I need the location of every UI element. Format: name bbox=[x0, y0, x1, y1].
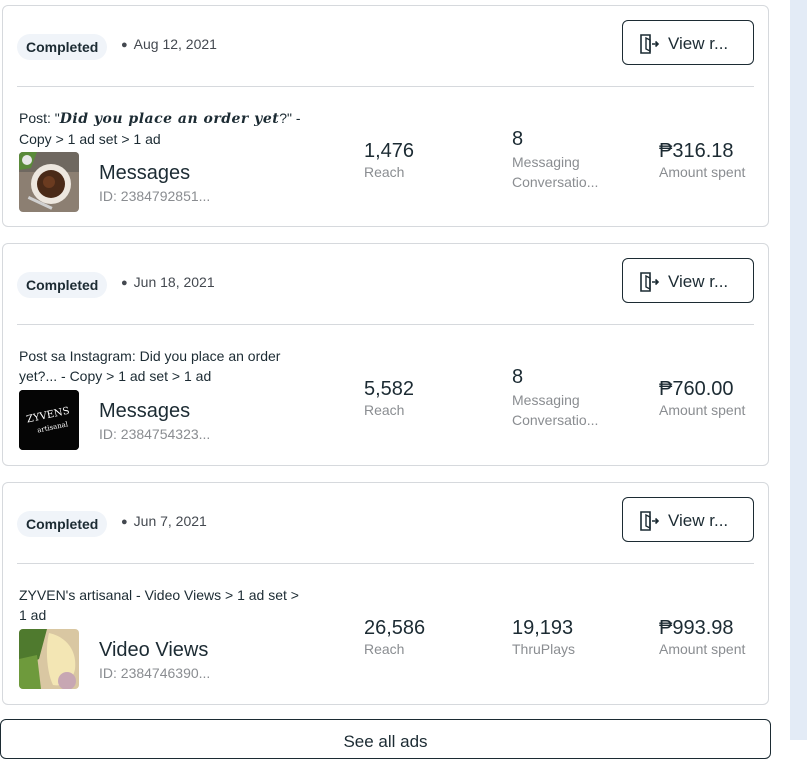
ad-objective: Messages bbox=[99, 162, 191, 184]
food-plate-thumbnail bbox=[19, 629, 79, 689]
card-header: Completed ● Jun 7, 2021 View r... bbox=[3, 483, 768, 563]
date-text: ● Jun 18, 2021 bbox=[121, 274, 215, 290]
status-badge: Completed bbox=[17, 511, 108, 537]
view-results-label: View r... bbox=[668, 34, 729, 53]
date-text: ● Jun 7, 2021 bbox=[121, 513, 207, 529]
right-rail bbox=[790, 0, 807, 740]
see-all-ads-button[interactable]: See all ads bbox=[0, 719, 771, 759]
result-label: ThruPlays bbox=[512, 641, 576, 657]
amount-spent-value: ₱316.18 bbox=[659, 140, 734, 162]
card-header: Completed ● Jun 18, 2021 View r... bbox=[3, 244, 768, 324]
brand-logo-thumbnail: ZYVENS artisanal bbox=[19, 390, 79, 450]
date-value: Aug 12, 2021 bbox=[133, 36, 217, 52]
date-text: ● Aug 12, 2021 bbox=[121, 36, 217, 52]
status-badge: Completed bbox=[17, 34, 108, 60]
divider bbox=[17, 86, 754, 87]
ad-title[interactable]: Post: "Did you place an order yet?" - Co… bbox=[19, 108, 309, 149]
reach-label: Reach bbox=[364, 402, 405, 418]
ad-objective: Video Views bbox=[99, 639, 209, 661]
result-label: Messaging Conversatio... bbox=[512, 392, 599, 428]
reach-label: Reach bbox=[364, 641, 405, 657]
result-value: 19,193 bbox=[512, 617, 574, 639]
see-all-ads-label: See all ads bbox=[343, 732, 428, 751]
amount-spent-label: Amount spent bbox=[659, 641, 746, 657]
campaign-card: Completed ● Jun 18, 2021 View r... Post s… bbox=[2, 243, 769, 466]
ad-title-quote: Did you place an order yet bbox=[59, 111, 280, 127]
amount-spent-value: ₱993.98 bbox=[659, 617, 734, 639]
result-value: 8 bbox=[512, 366, 524, 388]
reach-value: 26,586 bbox=[364, 617, 426, 639]
ad-title[interactable]: Post sa Instagram: Did you place an orde… bbox=[19, 346, 309, 386]
ad-id: ID: 2384754323... bbox=[99, 426, 211, 442]
ad-title-prefix: Post: " bbox=[19, 110, 60, 126]
card-header: Completed ● Aug 12, 2021 View r... bbox=[3, 6, 768, 86]
result-value: 8 bbox=[512, 128, 524, 150]
ad-id: ID: 2384746390... bbox=[99, 665, 211, 681]
divider bbox=[17, 563, 754, 564]
amount-spent-label: Amount spent bbox=[659, 402, 746, 418]
view-results-button[interactable]: View r... bbox=[622, 20, 754, 65]
view-results-label: View r... bbox=[668, 272, 729, 291]
open-report-icon bbox=[640, 511, 660, 531]
date-value: Jun 7, 2021 bbox=[133, 513, 207, 529]
result-label: Messaging Conversatio... bbox=[512, 154, 599, 190]
view-results-button[interactable]: View r... bbox=[622, 258, 754, 303]
view-results-button[interactable]: View r... bbox=[622, 497, 754, 542]
reach-value: 1,476 bbox=[364, 140, 415, 162]
divider bbox=[17, 324, 754, 325]
amount-spent-value: ₱760.00 bbox=[659, 378, 734, 400]
dot-separator-icon: ● bbox=[121, 277, 128, 289]
reach-label: Reach bbox=[364, 164, 405, 180]
coffee-cup-thumbnail bbox=[19, 152, 79, 212]
campaign-card: Completed ● Jun 7, 2021 View r... ZYVEN's… bbox=[2, 482, 769, 705]
view-results-label: View r... bbox=[668, 511, 729, 530]
dot-separator-icon: ● bbox=[121, 39, 128, 51]
campaign-card: Completed ● Aug 12, 2021 View r... Post: … bbox=[2, 5, 769, 227]
open-report-icon bbox=[640, 272, 660, 292]
status-badge: Completed bbox=[17, 272, 108, 298]
amount-spent-label: Amount spent bbox=[659, 164, 746, 180]
ad-title[interactable]: ZYVEN's artisanal - Video Views > 1 ad s… bbox=[19, 585, 309, 625]
ad-objective: Messages bbox=[99, 400, 191, 422]
dot-separator-icon: ● bbox=[121, 516, 128, 528]
reach-value: 5,582 bbox=[364, 378, 415, 400]
open-report-icon bbox=[640, 34, 660, 54]
ad-id: ID: 2384792851... bbox=[99, 188, 211, 204]
date-value: Jun 18, 2021 bbox=[133, 274, 215, 290]
